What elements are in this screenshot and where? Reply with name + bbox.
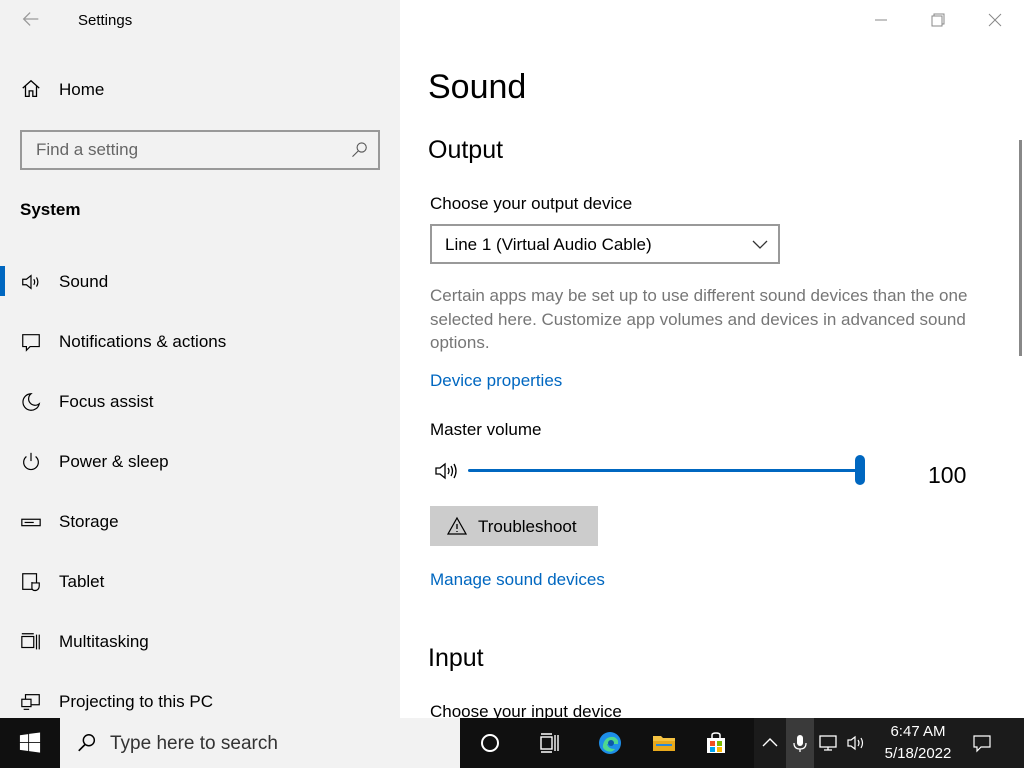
sidebar-item-label: Tablet (59, 572, 105, 591)
sidebar-item-sound[interactable]: Sound (0, 262, 400, 302)
multitasking-icon (20, 631, 42, 653)
sidebar-item-storage[interactable]: Storage (0, 502, 400, 542)
warning-icon (446, 516, 468, 536)
sidebar-item-notifications[interactable]: Notifications & actions (0, 322, 400, 362)
sidebar-item-label: Storage (59, 512, 119, 531)
action-center-icon[interactable] (972, 733, 992, 753)
restore-icon[interactable] (926, 8, 950, 32)
sidebar-item-label: Power & sleep (59, 452, 169, 471)
search-icon[interactable] (350, 140, 370, 160)
master-volume-slider-track[interactable] (468, 469, 860, 472)
master-volume-slider-thumb[interactable] (855, 455, 865, 485)
volume-icon[interactable] (846, 733, 866, 753)
task-view-icon (540, 733, 559, 753)
input-device-label: Choose your input device (430, 702, 622, 718)
moon-icon (20, 391, 42, 413)
edge-icon (599, 732, 621, 754)
home-icon (20, 78, 42, 100)
close-icon[interactable] (983, 8, 1007, 32)
sidebar-item-multitasking[interactable]: Multitasking (0, 622, 400, 662)
window-title: Settings (78, 12, 133, 29)
sidebar-item-label: Projecting to this PC (59, 692, 214, 711)
sidebar-item-power-sleep[interactable]: Power & sleep (0, 442, 400, 482)
sidebar-item-label: Notifications & actions (59, 332, 227, 351)
settings-sidebar: Settings Home System Sound Notifications… (0, 0, 400, 718)
scrollbar[interactable] (1019, 140, 1022, 356)
microphone-button[interactable] (786, 718, 814, 768)
file-explorer-button[interactable] (640, 718, 688, 768)
notification-icon (20, 331, 42, 353)
store-icon (707, 732, 725, 753)
find-setting-search[interactable] (20, 130, 380, 170)
home-nav-item[interactable]: Home (20, 78, 380, 106)
troubleshoot-label: Troubleshoot (478, 517, 577, 536)
master-volume-label: Master volume (430, 420, 542, 439)
active-indicator (0, 266, 5, 296)
network-icon[interactable] (818, 733, 838, 753)
sidebar-item-label: Multitasking (59, 632, 149, 651)
tablet-icon (20, 571, 42, 593)
taskbar: Type here to search 6:47 AM 5/18/2022 (0, 718, 1024, 768)
device-properties-link[interactable]: Device properties (430, 371, 562, 391)
sidebar-item-label: Focus assist (59, 392, 154, 411)
troubleshoot-button[interactable]: Troubleshoot (430, 506, 598, 546)
projecting-icon (20, 691, 42, 713)
clock-date[interactable]: 5/18/2022 (878, 745, 958, 762)
cortana-circle-icon (481, 734, 499, 752)
chevron-down-icon (752, 236, 768, 252)
input-heading: Input (428, 644, 484, 672)
output-description: Certain apps may be set up to use differ… (430, 286, 968, 352)
power-icon (20, 451, 42, 473)
volume-speaker-icon[interactable] (434, 459, 462, 483)
output-device-value: Line 1 (Virtual Audio Cable) (445, 235, 652, 254)
taskbar-search-box[interactable]: Type here to search (60, 718, 460, 768)
storage-icon (20, 511, 42, 533)
page-title: Sound (428, 68, 527, 106)
taskbar-search-placeholder: Type here to search (110, 733, 278, 754)
output-device-dropdown[interactable]: Line 1 (Virtual Audio Cable) (430, 224, 780, 264)
speaker-icon (20, 271, 42, 293)
sidebar-item-projecting[interactable]: Projecting to this PC (0, 682, 400, 718)
start-button[interactable] (0, 718, 60, 768)
clock-time[interactable]: 6:47 AM (888, 723, 948, 740)
microphone-icon (793, 735, 807, 752)
sidebar-item-focus-assist[interactable]: Focus assist (0, 382, 400, 422)
system-section-heading: System (20, 200, 81, 219)
minimize-icon[interactable] (869, 8, 893, 32)
sidebar-item-label: Sound (59, 272, 109, 291)
output-heading: Output (428, 136, 504, 164)
system-tray: 6:47 AM 5/18/2022 (754, 718, 1024, 768)
search-icon (76, 732, 98, 754)
chevron-up-icon[interactable] (760, 733, 780, 753)
cortana-button[interactable] (466, 718, 514, 768)
sound-settings-page: Sound Output Choose your output device L… (400, 0, 1024, 718)
manage-sound-devices-link[interactable]: Manage sound devices (430, 570, 605, 590)
volume-value: 100 (928, 462, 967, 488)
task-view-button[interactable] (526, 718, 574, 768)
sidebar-item-tablet[interactable]: Tablet (0, 562, 400, 602)
edge-browser-button[interactable] (586, 718, 634, 768)
back-arrow-icon[interactable] (20, 8, 44, 32)
find-setting-input[interactable] (36, 140, 336, 160)
microsoft-store-button[interactable] (692, 718, 740, 768)
output-device-label: Choose your output device (430, 194, 633, 213)
home-label: Home (59, 80, 105, 99)
folder-icon (653, 736, 675, 751)
